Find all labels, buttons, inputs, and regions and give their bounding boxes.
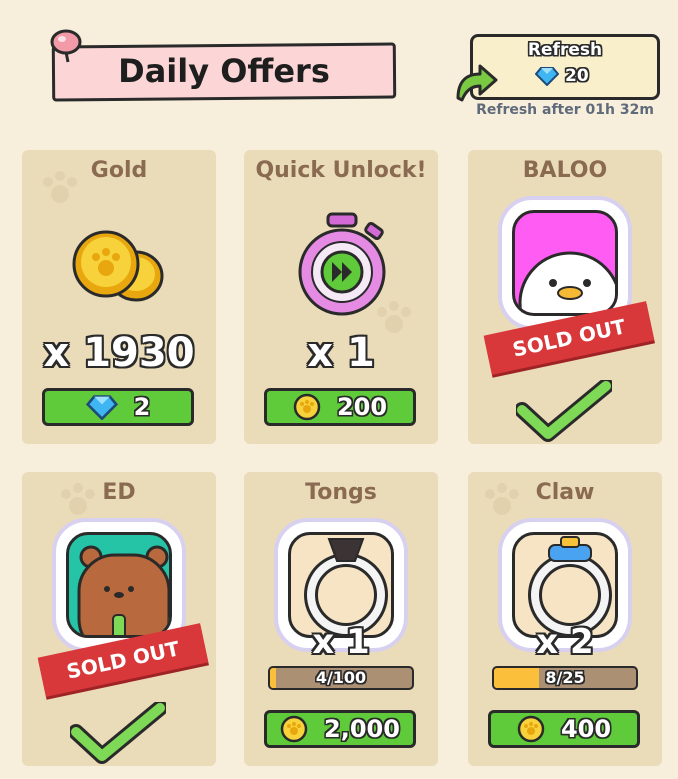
gold-coins-icon	[72, 230, 164, 302]
refresh-timer: Refresh after 01h 32m	[476, 102, 654, 118]
offer-quantity: x 1	[307, 330, 375, 376]
refresh-cost-value: 20	[565, 66, 589, 86]
gem-icon	[85, 395, 118, 420]
offer-quantity: x 2	[536, 622, 594, 662]
buy-button[interactable]: 2	[42, 388, 194, 426]
offer-card-claw[interactable]: Claw x 2 8/25 400	[468, 472, 662, 766]
coin-icon	[280, 715, 308, 743]
buy-button[interactable]: 200	[264, 388, 416, 426]
price-label: 2	[133, 393, 151, 421]
refresh-arrow-icon[interactable]	[450, 58, 500, 108]
price-label: 400	[560, 715, 612, 743]
coin-icon	[517, 715, 545, 743]
stopwatch-icon	[298, 212, 386, 316]
offer-card-quick-unlock[interactable]: Quick Unlock! x 1 200	[244, 150, 438, 444]
progress-text: 4/100	[315, 668, 367, 687]
buy-button[interactable]: 2,000	[264, 710, 416, 748]
price-label: 2,000	[324, 715, 400, 743]
progress-bar: 8/25	[492, 666, 638, 690]
checkmark-icon	[70, 702, 166, 764]
progress-bar: 4/100	[268, 666, 414, 690]
offer-title: ED	[102, 480, 136, 505]
offer-card-tongs[interactable]: Tongs x 1 4/100 2,000	[244, 472, 438, 766]
refresh-label: Refresh	[527, 40, 603, 60]
title-banner: Daily Offers	[51, 40, 397, 102]
progress-text: 8/25	[545, 668, 585, 687]
bear-icon	[77, 545, 169, 635]
checkmark-icon	[516, 380, 612, 442]
offer-title: Gold	[90, 158, 148, 183]
gem-icon	[535, 67, 559, 86]
offer-card-gold[interactable]: Gold x 1930 2	[22, 150, 216, 444]
offer-quantity: x 1	[312, 622, 370, 662]
pin-icon	[50, 29, 82, 63]
offer-title: Claw	[535, 480, 595, 505]
buy-button[interactable]: 400	[488, 710, 640, 748]
offer-title: Quick Unlock!	[255, 158, 427, 183]
price-label: 200	[336, 393, 388, 421]
page-title: Daily Offers	[118, 52, 330, 90]
offer-title: Tongs	[305, 480, 377, 505]
offer-title: BALOO	[522, 158, 608, 183]
offer-card-ed[interactable]: ED SOLD OUT	[22, 472, 216, 766]
offer-card-baloo[interactable]: BALOO SOLD OUT	[468, 150, 662, 444]
penguin-icon	[518, 251, 615, 313]
refresh-cost: 20	[535, 66, 589, 86]
coin-icon	[293, 393, 321, 421]
offer-quantity: x 1930	[43, 330, 195, 376]
